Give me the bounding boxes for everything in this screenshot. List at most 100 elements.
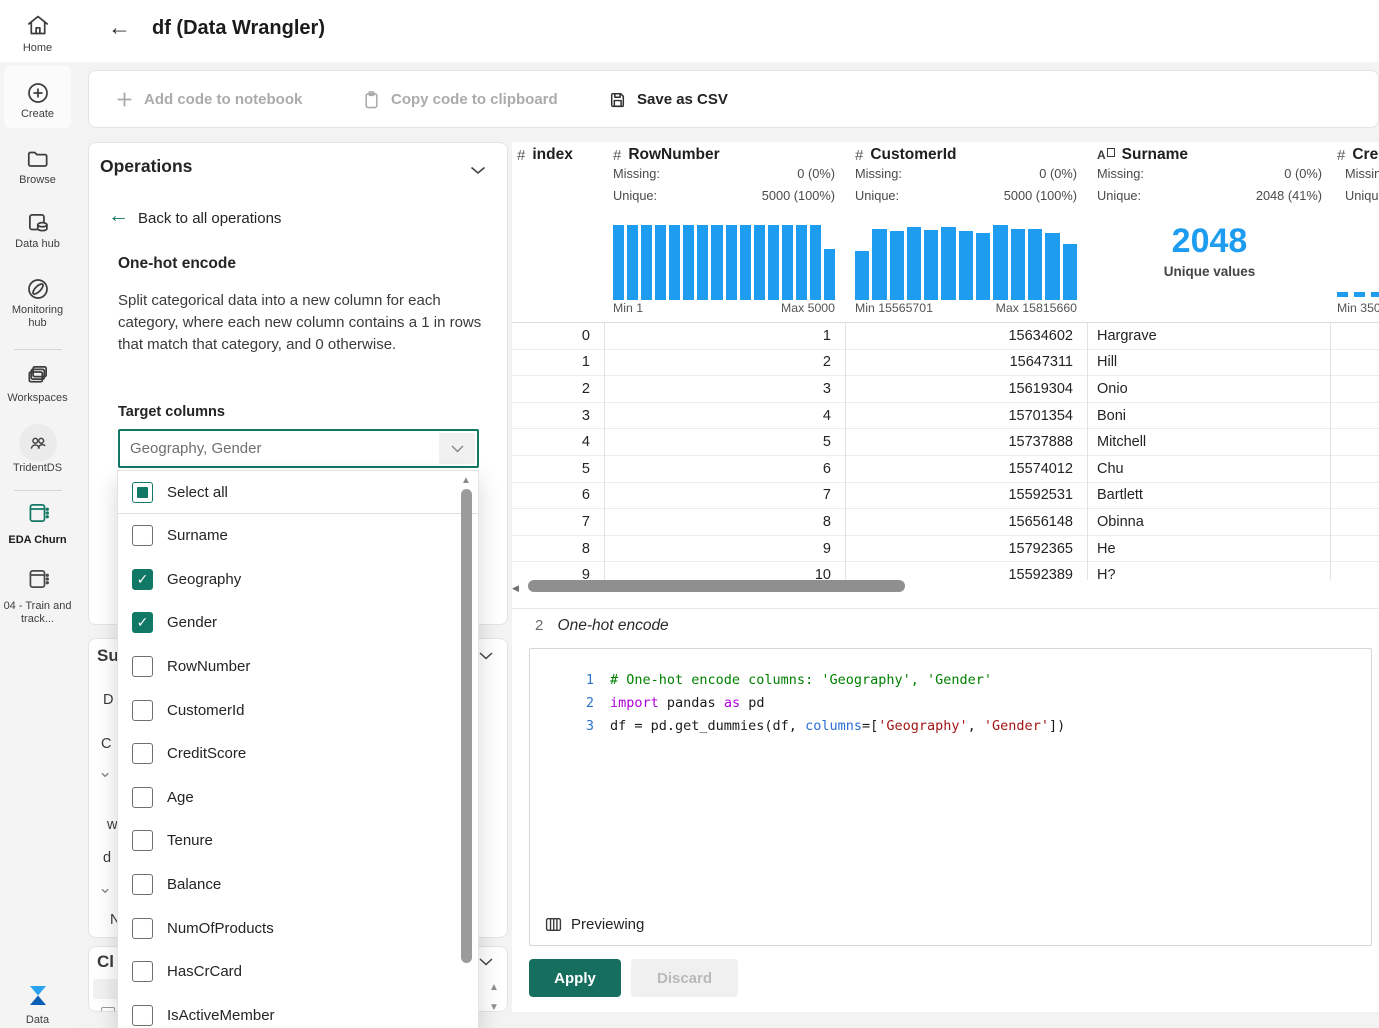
table-cell: 9 [822,540,831,557]
sidebar-item-label: Workspaces [7,392,68,404]
histogram-bar [1027,229,1043,300]
code-token: import [610,694,659,711]
column-header-RowNumber[interactable]: # RowNumber [613,146,720,164]
back-button[interactable]: ← [108,16,131,39]
code-token: 'Geography' [878,717,968,734]
column-header-CustomerId[interactable]: # CustomerId [855,146,956,164]
panel-scroll-up-icon[interactable]: ▲ [489,982,499,993]
summary-text-fragment: D [103,692,114,708]
sidebar-item-home[interactable]: Home [0,12,75,54]
histogram-bar [993,225,1008,300]
checkbox-unchecked-icon[interactable] [132,917,153,939]
discard-button[interactable]: Discard [631,959,738,997]
people-icon [0,424,75,462]
data-grid[interactable]: 0 1 15634602 Hargrave 1 2 15647311 Hill 2 3 156193… [512,323,1379,580]
dropdown-option-balance[interactable]: Balance [118,863,478,907]
dropdown-option-label: RowNumber [167,658,251,676]
grid-hscroll-left-icon[interactable]: ◀ [512,583,519,594]
dropdown-option-age[interactable]: Age [118,776,478,820]
checkbox-unchecked-icon[interactable] [132,874,153,896]
summary-collapse-chevron-icon[interactable] [479,652,493,660]
dropdown-option-select-all[interactable]: Select all [118,471,478,513]
table-cell: 15656148 [1008,513,1073,530]
toolbar-item-label: Save as CSV [637,90,728,108]
histogram-bar [906,227,922,300]
histogram-bar [781,225,793,300]
checkbox-unchecked-icon[interactable] [132,656,153,678]
dropdown-option-numofproducts[interactable]: NumOfProducts [118,906,478,950]
dropdown-option-geography[interactable]: ✓ Geography [118,558,478,602]
sidebar-item-data[interactable]: Data [0,982,75,1026]
column-header-CreditScore[interactable]: # CreditScore [1337,146,1379,164]
apply-button[interactable]: Apply [529,959,621,997]
dropdown-scrollbar[interactable] [461,489,472,963]
cleaning-collapse-chevron-icon[interactable] [479,958,493,966]
dropdown-option-creditscore[interactable]: CreditScore [118,732,478,776]
dropdown-option-hascrcard[interactable]: HasCrCard [118,950,478,994]
table-cell: 15574012 [1008,460,1073,477]
sidebar-item-browse[interactable]: Browse [0,146,75,186]
table-row[interactable]: 8 9 15792365 He [512,536,1379,563]
add-code-button[interactable]: Add code to notebook [115,70,302,128]
table-cell: 7 [822,487,831,504]
missing-stat: Missing: 0 (0%) [855,166,1077,181]
table-cell: 6 [581,487,590,504]
dropdown-toggle-button[interactable] [439,433,475,464]
column-header-Surname[interactable]: A Surname [1097,146,1188,164]
column-header-index[interactable]: # index [517,146,573,164]
checkbox-unchecked-icon[interactable] [132,743,153,765]
back-to-operations-arrow-icon[interactable]: ← [108,205,129,226]
dropdown-option-gender[interactable]: ✓ Gender [118,601,478,645]
table-row[interactable]: 1 2 15647311 Hill [512,350,1379,377]
dropdown-option-rownumber[interactable]: RowNumber [118,645,478,689]
dropdown-option-tenure[interactable]: Tenure [118,819,478,863]
dropdown-option-isactivemember[interactable]: IsActiveMember [118,994,478,1028]
table-row[interactable]: 6 7 15592531 Bartlett [512,483,1379,510]
operation-description: Split categorical data into a new column… [118,292,482,353]
save-csv-button[interactable]: Save as CSV [608,70,728,128]
line-number: 3 [585,717,594,734]
table-cell: 15592531 [1008,487,1073,504]
copy-code-button[interactable]: Copy code to clipboard [362,70,558,128]
table-row[interactable]: 9 10 15592389 H? [512,562,1379,580]
checkbox-indeterminate-icon[interactable] [132,481,153,503]
checkbox-unchecked-icon[interactable] [132,1004,153,1026]
sidebar-item-tridentds[interactable]: TridentDS [0,424,75,474]
sidebar-item-workspaces[interactable]: Workspaces [0,362,75,404]
back-to-operations-link[interactable]: Back to all operations [138,210,281,227]
dropdown-option-surname[interactable]: Surname [118,514,478,558]
checkbox-checked-icon[interactable]: ✓ [132,612,153,634]
table-cell: 15792365 [1008,540,1073,557]
operations-collapse-chevron-icon[interactable] [470,166,486,175]
table-row[interactable]: 4 5 15737888 Mitchell [512,429,1379,456]
checkbox-unchecked-icon[interactable] [132,786,153,808]
sidebar-item-eda-churn[interactable]: EDA Churn [0,500,75,546]
line-number: 1 [585,671,594,688]
table-cell: 4 [581,434,590,451]
histogram-bar [739,225,751,300]
target-columns-input[interactable]: Geography, Gender [118,429,479,468]
table-cell: Hargrave [1097,327,1157,344]
table-row[interactable]: 5 6 15574012 Chu [512,456,1379,483]
checkbox-unchecked-icon[interactable] [132,699,153,721]
checkbox-checked-icon[interactable]: ✓ [132,568,153,590]
table-row[interactable]: 2 3 15619304 Onio [512,376,1379,403]
dropdown-option-customerid[interactable]: CustomerId [118,688,478,732]
table-row[interactable]: 7 8 15656148 Obinna [512,509,1379,536]
checkbox-unchecked-icon[interactable] [132,961,153,983]
unique-count-value: 2048 [1171,222,1248,260]
checkbox-unchecked-icon[interactable] [132,830,153,852]
table-cell: 2 [822,354,831,371]
dropdown-scroll-up-icon[interactable]: ▲ [461,475,471,486]
sidebar-item-monitoring-hub[interactable]: Monitoring hub [0,276,75,329]
sidebar-item-04-train[interactable]: 04 - Train and track... [0,566,75,625]
grid-hscrollbar[interactable] [528,580,905,592]
checkbox-unchecked-icon[interactable] [132,525,153,547]
table-row[interactable]: 0 1 15634602 Hargrave [512,323,1379,350]
sidebar-item-create[interactable]: Create [0,80,75,120]
min-max-labels: Min 1 Max 5000 [613,301,835,315]
sidebar-item-data-hub[interactable]: Data hub [0,210,75,250]
dropdown-option-label: CustomerId [167,701,245,719]
folder-icon [0,146,75,172]
table-row[interactable]: 3 4 15701354 Boni [512,403,1379,430]
